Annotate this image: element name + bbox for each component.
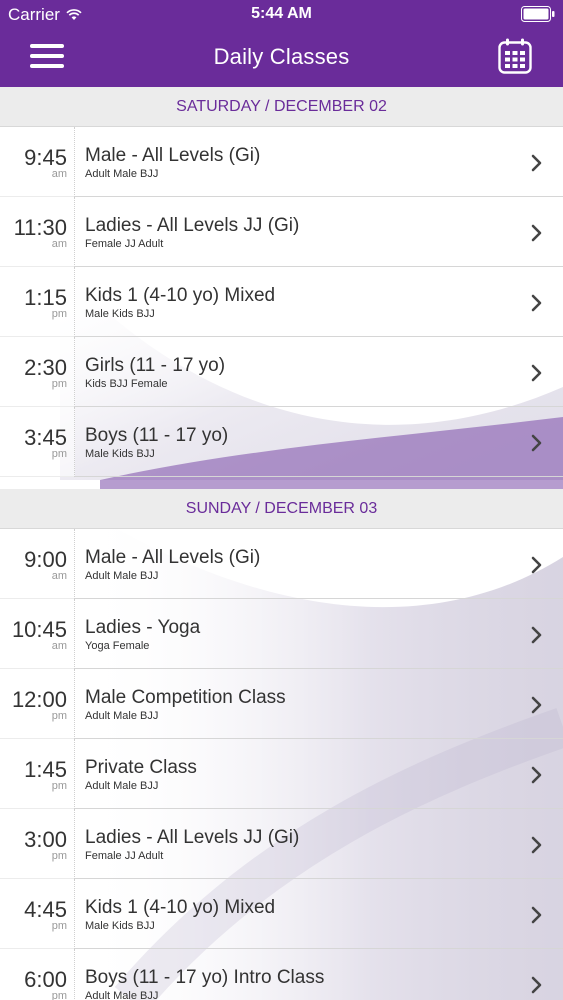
nav-bar: Daily Classes: [0, 28, 563, 87]
time-column: 1:45 pm: [0, 739, 75, 809]
time-column: 9:45 am: [0, 127, 75, 197]
time-column: 9:00 am: [0, 529, 75, 599]
chevron-right-icon: [531, 836, 542, 854]
time-column: 10:45 am: [0, 599, 75, 669]
class-title: Girls (11 - 17 yo): [85, 355, 226, 376]
class-subtitle: Kids BJJ Female: [85, 378, 168, 390]
class-title: Male Competition Class: [85, 687, 286, 708]
class-ampm: pm: [51, 780, 67, 792]
time-column: 6:00 pm: [0, 949, 75, 1000]
chevron-right-icon: [531, 696, 542, 714]
class-row[interactable]: 1:45 pm Private Class Adult Male BJJ: [0, 739, 563, 809]
class-title: Private Class: [85, 757, 197, 778]
class-title: Ladies - Yoga: [85, 617, 201, 638]
class-title: Ladies - All Levels JJ (Gi): [85, 215, 300, 236]
chevron-right-icon: [531, 224, 542, 242]
time-column: 2:30 pm: [0, 337, 75, 407]
status-time: 5:44 AM: [251, 5, 312, 22]
class-row[interactable]: 3:00 pm Ladies - All Levels JJ (Gi) Female …: [0, 809, 563, 879]
time-column: 3:00 pm: [0, 809, 75, 879]
class-row[interactable]: 1:15 pm Kids 1 (4-10 yo) Mixed Male Kids BJ…: [0, 267, 563, 337]
class-title: Male - All Levels (Gi): [85, 547, 261, 568]
class-subtitle: Female JJ Adult: [85, 238, 164, 250]
class-ampm: pm: [51, 448, 67, 460]
class-ampm: pm: [51, 920, 67, 932]
class-row[interactable]: 4:45 pm Kids 1 (4-10 yo) Mixed Male Kids BJ…: [0, 879, 563, 949]
calendar-icon[interactable]: [498, 38, 532, 74]
class-title: Kids 1 (4-10 yo) Mixed: [85, 897, 276, 918]
class-title: Ladies - All Levels JJ (Gi): [85, 827, 300, 848]
chevron-right-icon: [531, 154, 542, 172]
time-column: 12:00 pm: [0, 669, 75, 739]
class-row[interactable]: 9:45 am Male - All Levels (Gi) Adult Male B…: [0, 127, 563, 197]
day-section-label: SUNDAY / DECEMBER 03: [185, 499, 378, 517]
class-title: Male - All Levels (Gi): [85, 145, 261, 166]
class-subtitle: Male Kids BJJ: [85, 448, 155, 460]
chevron-right-icon: [531, 556, 542, 574]
class-subtitle: Male Kids BJJ: [85, 308, 155, 320]
class-ampm: pm: [51, 850, 67, 862]
class-title: Boys (11 - 17 yo) Intro Class: [85, 967, 325, 988]
chevron-right-icon: [531, 626, 542, 644]
class-ampm: pm: [51, 990, 67, 1000]
class-ampm: pm: [51, 378, 67, 390]
class-row[interactable]: 9:00 am Male - All Levels (Gi) Adult Male B…: [0, 529, 563, 599]
class-ampm: pm: [51, 308, 67, 320]
class-subtitle: Adult Male BJJ: [85, 710, 159, 722]
app-screen: Carrier 5:44 AM Daily Classes SATURDAY /…: [0, 0, 563, 1000]
chevron-right-icon: [531, 294, 542, 312]
class-subtitle: Adult Male BJJ: [85, 990, 159, 1000]
chevron-right-icon: [531, 906, 542, 924]
class-subtitle: Adult Male BJJ: [85, 570, 159, 582]
class-ampm: pm: [51, 710, 67, 722]
class-subtitle: Male Kids BJJ: [85, 920, 155, 932]
chevron-right-icon: [531, 434, 542, 452]
class-row[interactable]: 10:45 am Ladies - Yoga Yoga Female: [0, 599, 563, 669]
time-column: 4:45 pm: [0, 879, 75, 949]
class-row[interactable]: 12:00 pm Male Competition Class Adult Male …: [0, 669, 563, 739]
schedule-list[interactable]: SATURDAY / DECEMBER 02 9:45 am Male - All L…: [0, 87, 563, 1000]
battery-icon: [521, 6, 555, 22]
status-bar: Carrier 5:44 AM: [0, 0, 563, 28]
class-row[interactable]: 2:30 pm Girls (11 - 17 yo) Kids BJJ Female: [0, 337, 563, 407]
chevron-right-icon: [531, 976, 542, 994]
class-subtitle: Yoga Female: [85, 640, 150, 652]
class-subtitle: Adult Male BJJ: [85, 168, 159, 180]
time-column: 11:30 am: [0, 197, 75, 267]
class-row[interactable]: 6:00 pm Boys (11 - 17 yo) Intro Class Adult…: [0, 949, 563, 1000]
class-row[interactable]: 11:30 am Ladies - All Levels JJ (Gi) Female…: [0, 197, 563, 267]
class-ampm: am: [51, 168, 67, 180]
day-section-header: SATURDAY / DECEMBER 02: [0, 87, 563, 127]
class-row[interactable]: 3:45 pm Boys (11 - 17 yo) Male Kids BJJ: [0, 407, 563, 477]
time-column: 3:45 pm: [0, 407, 75, 477]
page-title: Daily Classes: [213, 44, 350, 69]
day-section-label: SATURDAY / DECEMBER 02: [176, 97, 387, 115]
class-ampm: am: [51, 238, 67, 250]
class-title: Boys (11 - 17 yo): [85, 425, 229, 446]
time-column: 1:15 pm: [0, 267, 75, 337]
class-ampm: am: [51, 640, 67, 652]
class-title: Kids 1 (4-10 yo) Mixed: [85, 285, 276, 306]
class-ampm: am: [51, 570, 67, 582]
chevron-right-icon: [531, 364, 542, 382]
class-subtitle: Adult Male BJJ: [85, 780, 159, 792]
day-section-header: SUNDAY / DECEMBER 03: [0, 489, 563, 529]
chevron-right-icon: [531, 766, 542, 784]
app-header: Carrier 5:44 AM Daily Classes: [0, 0, 563, 87]
class-subtitle: Female JJ Adult: [85, 850, 164, 862]
